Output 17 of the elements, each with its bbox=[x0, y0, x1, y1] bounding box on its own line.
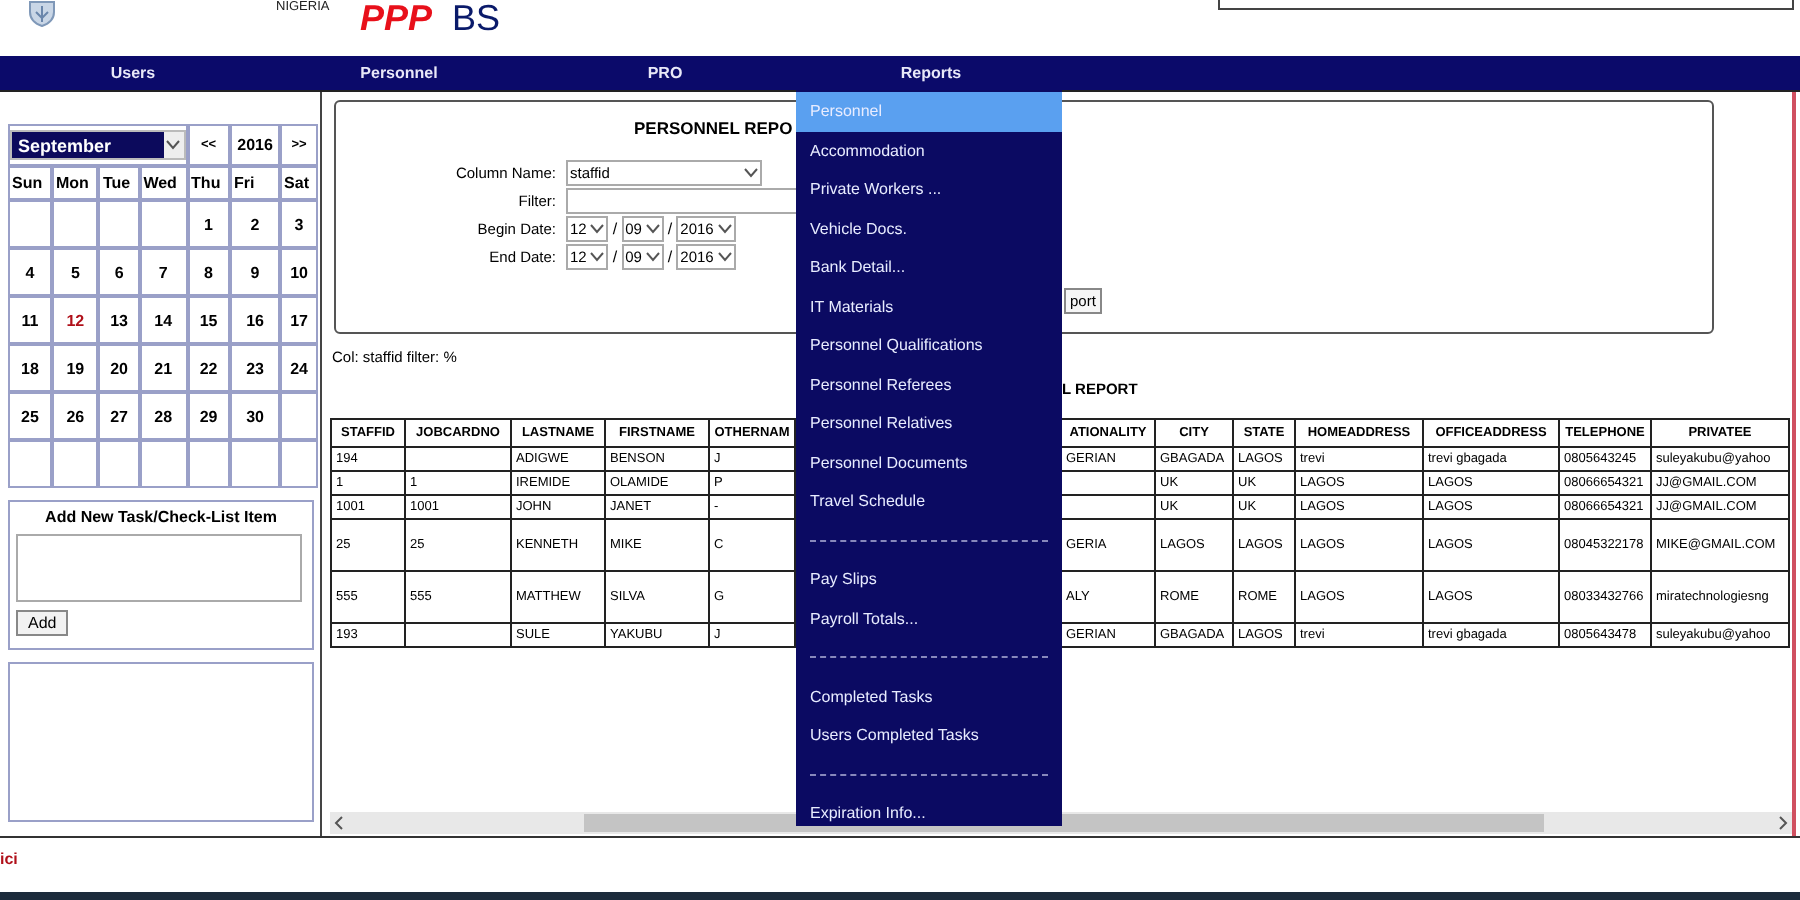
weekday-label: Thu bbox=[187, 166, 230, 200]
report-title: PERSONNEL REPO bbox=[634, 118, 793, 138]
weekday-label: Mon bbox=[51, 166, 99, 200]
date-separator: / bbox=[667, 219, 673, 237]
weekday-label: Fri bbox=[230, 166, 281, 200]
footer-text: ici bbox=[0, 850, 18, 868]
weekday-label: Sat bbox=[280, 166, 318, 200]
year-label: 2016 bbox=[230, 124, 281, 166]
weekday-label: Tue bbox=[98, 166, 140, 200]
date-separator: / bbox=[667, 247, 673, 265]
weekday-label: Wed bbox=[139, 166, 188, 200]
brand-logo-text: BS bbox=[452, 0, 501, 36]
date-separator: / bbox=[612, 247, 618, 265]
weekday-label: Sun bbox=[8, 166, 52, 200]
task-title: Add New Task/Check-List Item bbox=[43, 508, 279, 526]
date-separator: / bbox=[612, 219, 618, 237]
brand-logo-text: PPP bbox=[360, 0, 433, 36]
